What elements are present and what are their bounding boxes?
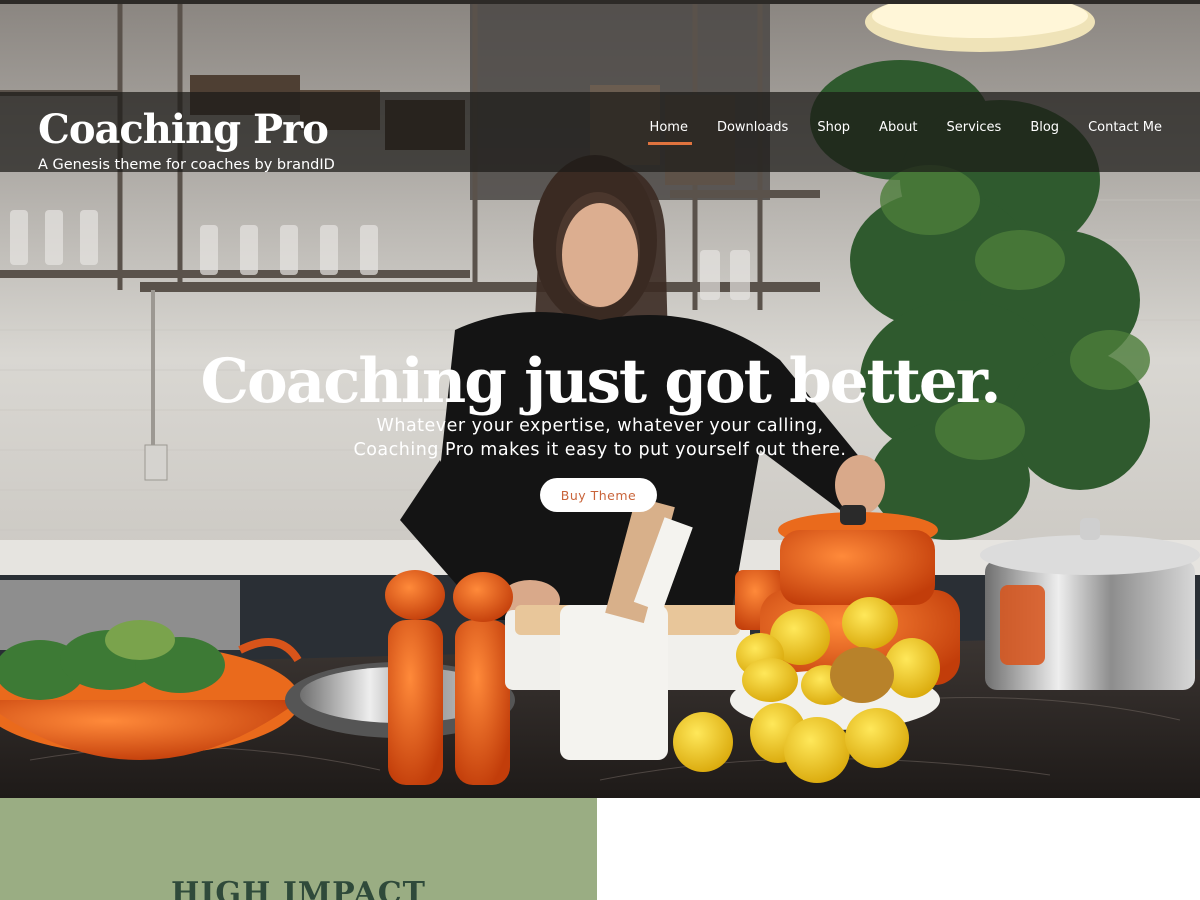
site-title[interactable]: Coaching Pro: [38, 106, 329, 153]
nav-item-contact-me[interactable]: Contact Me: [1088, 118, 1162, 145]
impact-panel: HIGH IMPACT: [0, 798, 597, 900]
buy-theme-button[interactable]: Buy Theme: [540, 478, 657, 512]
nav-item-downloads[interactable]: Downloads: [717, 118, 788, 145]
content-panel: [597, 798, 1200, 900]
site-tagline: A Genesis theme for coaches by brandID: [38, 157, 335, 173]
impact-title: HIGH IMPACT: [171, 876, 426, 900]
hero-subline-1: Whatever your expertise, whatever your c…: [376, 416, 824, 436]
nav-item-about[interactable]: About: [879, 118, 917, 145]
hero-subline-2: Coaching Pro makes it easy to put yourse…: [353, 440, 847, 460]
hero-headline: Coaching just got better.: [200, 346, 1002, 417]
primary-nav: Home Downloads Shop About Services Blog …: [621, 118, 1162, 145]
nav-item-blog[interactable]: Blog: [1030, 118, 1059, 145]
nav-item-home[interactable]: Home: [647, 118, 693, 145]
hero-section: Coaching Pro A Genesis theme for coaches…: [0, 0, 1200, 798]
nav-item-services[interactable]: Services: [946, 118, 1001, 145]
nav-item-shop[interactable]: Shop: [817, 118, 850, 145]
